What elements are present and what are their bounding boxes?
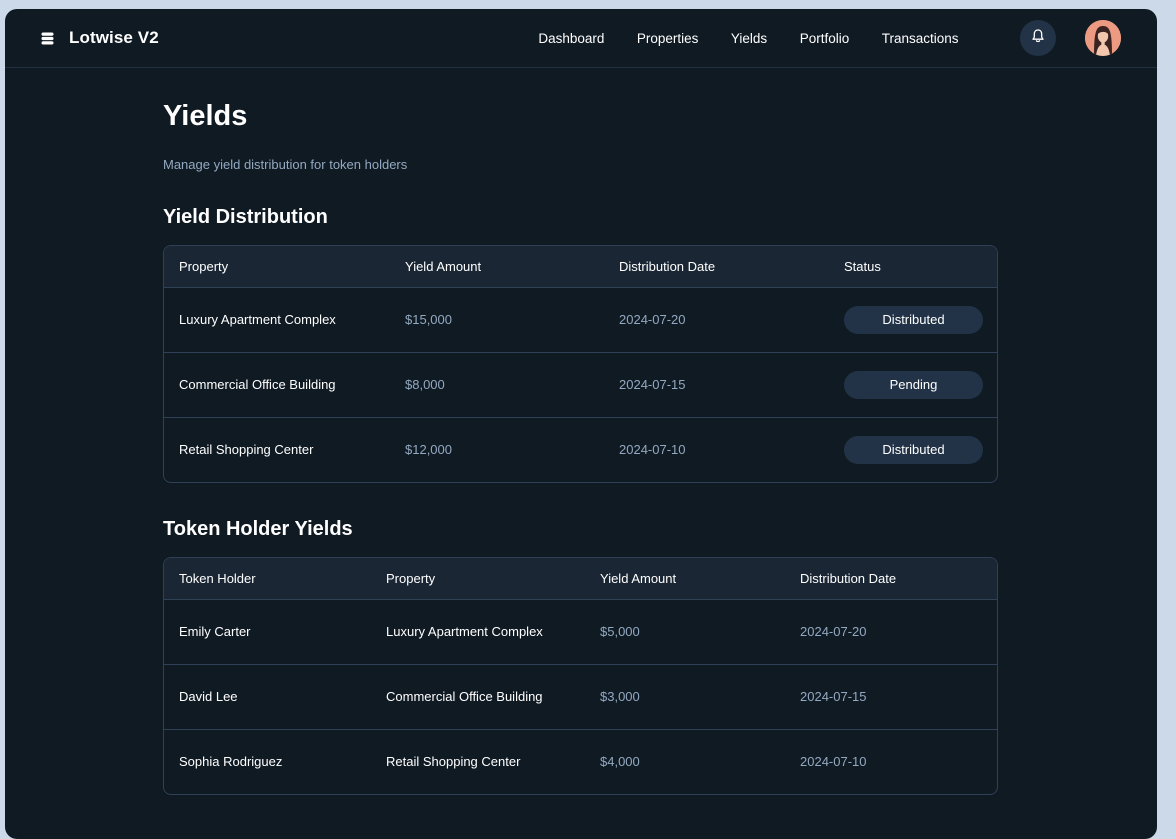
app-window: Lotwise V2 Dashboard Properties Yields P… [5,9,1157,839]
top-navigation-bar: Lotwise V2 Dashboard Properties Yields P… [5,9,1157,68]
property-cell: Commercial Office Building [179,377,336,392]
table-row[interactable]: David Lee Commercial Office Building $3,… [164,664,997,729]
status-cell: Distributed [829,417,997,482]
column-header-yield-amount[interactable]: Yield Amount [390,246,604,287]
yield-amount-cell: $5,000 [600,624,640,639]
status-badge: Pending [844,370,983,399]
status-badge: Distributed [844,435,983,464]
user-avatar[interactable] [1085,20,1121,56]
status-cell: Pending [829,352,997,417]
column-header-token-holder[interactable]: Token Holder [164,558,371,599]
nav-item-dashboard[interactable]: Dashboard [538,31,604,46]
table-header-row: Token Holder Property Yield Amount Distr… [164,558,997,599]
nav-item-properties[interactable]: Properties [637,31,699,46]
column-header-distribution-date[interactable]: Distribution Date [785,558,997,599]
table-row[interactable]: Retail Shopping Center $12,000 2024-07-1… [164,417,997,482]
yield-amount-cell: $8,000 [405,377,445,392]
column-header-property[interactable]: Property [371,558,585,599]
table-header-row: Property Yield Amount Distribution Date … [164,246,997,287]
token-holder-cell: Emily Carter [179,624,251,639]
distribution-date-cell: 2024-07-10 [800,754,867,770]
token-holder-yields-title: Token Holder Yields [163,518,353,540]
column-header-yield-amount[interactable]: Yield Amount [585,558,785,599]
column-header-status[interactable]: Status [829,246,997,287]
column-header-distribution-date[interactable]: Distribution Date [604,246,829,287]
yield-amount-cell: $12,000 [405,442,452,458]
yield-distribution-title: Yield Distribution [163,206,328,228]
status-cell: Distributed [829,287,997,352]
app-name: Lotwise V2 [69,28,159,47]
token-holder-yields-table: Token Holder Property Yield Amount Distr… [163,557,998,795]
token-holder-cell: David Lee [179,689,238,704]
stack-icon [39,30,55,46]
bell-icon [1030,28,1046,49]
yield-distribution-table: Property Yield Amount Distribution Date … [163,245,998,483]
table-row[interactable]: Luxury Apartment Complex $15,000 2024-07… [164,287,997,352]
nav-item-portfolio[interactable]: Portfolio [800,31,850,46]
property-cell: Luxury Apartment Complex [179,312,336,327]
distribution-date-cell: 2024-07-15 [619,377,686,392]
page-subtitle: Manage yield distribution for token hold… [163,157,408,172]
table-row[interactable]: Commercial Office Building $8,000 2024-0… [164,352,997,417]
table-row[interactable]: Emily Carter Luxury Apartment Complex $5… [164,599,997,664]
yield-amount-cell: $15,000 [405,312,452,327]
distribution-date-cell: 2024-07-20 [800,624,867,639]
distribution-date-cell: 2024-07-10 [619,442,686,458]
property-cell: Luxury Apartment Complex [386,624,543,639]
page-title: Yields [163,100,248,132]
yield-amount-cell: $3,000 [600,689,640,704]
status-badge: Distributed [844,305,983,334]
yield-amount-cell: $4,000 [600,754,640,770]
distribution-date-cell: 2024-07-20 [619,312,686,327]
nav-item-yields[interactable]: Yields [731,31,767,46]
token-holder-cell: Sophia Rodriguez [179,754,283,770]
table-row[interactable]: Sophia Rodriguez Retail Shopping Center … [164,729,997,794]
distribution-date-cell: 2024-07-15 [800,689,867,704]
property-cell: Commercial Office Building [386,689,543,704]
property-cell: Retail Shopping Center [179,442,314,458]
column-header-property[interactable]: Property [164,246,390,287]
brand[interactable]: Lotwise V2 [39,28,159,48]
property-cell: Retail Shopping Center [386,754,521,770]
nav-item-transactions[interactable]: Transactions [882,31,959,46]
main-nav: Dashboard Properties Yields Portfolio Tr… [538,20,1121,56]
notifications-button[interactable] [1020,20,1056,56]
